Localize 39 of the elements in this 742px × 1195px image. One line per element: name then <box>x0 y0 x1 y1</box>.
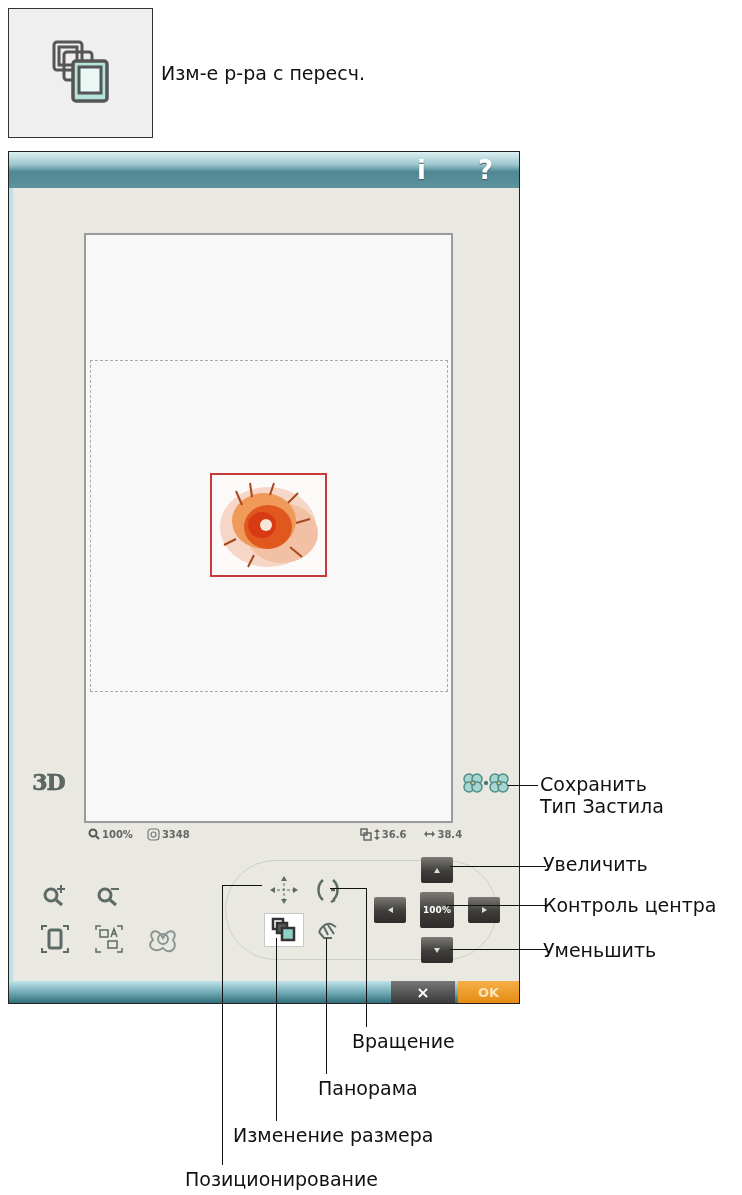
up-arrow-button[interactable] <box>421 857 453 883</box>
zoom-level: 100% <box>102 828 133 840</box>
design-width: 38.4 <box>437 828 463 840</box>
down-arrow-button[interactable] <box>421 937 453 963</box>
callout-label: Панорама <box>318 1077 418 1099</box>
callout-label: Вращение <box>352 1030 455 1052</box>
stitch-count: 3348 <box>161 828 190 840</box>
resize-tool-button[interactable] <box>264 913 304 947</box>
resize-icon <box>271 917 297 943</box>
width-arrow-icon <box>424 831 436 837</box>
callout-label: Увеличить <box>543 853 648 875</box>
right-arrow-icon <box>481 907 487 913</box>
center-button[interactable]: 100% <box>420 892 454 928</box>
size-icon <box>359 827 372 841</box>
3d-view-button[interactable]: 3D <box>32 769 65 795</box>
zoom-icon <box>88 828 100 840</box>
fit-design-button[interactable] <box>93 923 125 955</box>
help-label: Изм-е р-ра с пересч. <box>161 62 365 84</box>
fit-design-icon <box>94 924 124 954</box>
callout-label: Контроль центра <box>543 894 717 916</box>
design-height: 36.6 <box>381 828 407 840</box>
height-arrow-icon <box>373 828 380 840</box>
stitch-count-icon <box>146 827 160 841</box>
callout-label: Сохранить Тип Застила <box>540 773 664 817</box>
callout-label: Уменьшить <box>543 939 657 961</box>
flower-to-flower-icon[interactable] <box>461 771 511 795</box>
down-arrow-icon <box>434 947 440 953</box>
fit-screen-icon <box>40 924 70 954</box>
fit-screen-button[interactable] <box>39 923 71 955</box>
callout-label: Изменение размера <box>233 1124 434 1146</box>
info-button[interactable]: i <box>413 155 430 185</box>
cancel-button[interactable]: × <box>391 981 455 1003</box>
left-arrow-icon <box>387 907 393 913</box>
move-arrows-icon <box>269 875 299 905</box>
rotate-icon <box>315 876 341 904</box>
right-arrow-button[interactable] <box>468 897 500 923</box>
up-arrow-icon <box>434 867 440 873</box>
callout-label: Позиционирование <box>185 1168 379 1190</box>
left-arrow-button[interactable] <box>374 897 406 923</box>
